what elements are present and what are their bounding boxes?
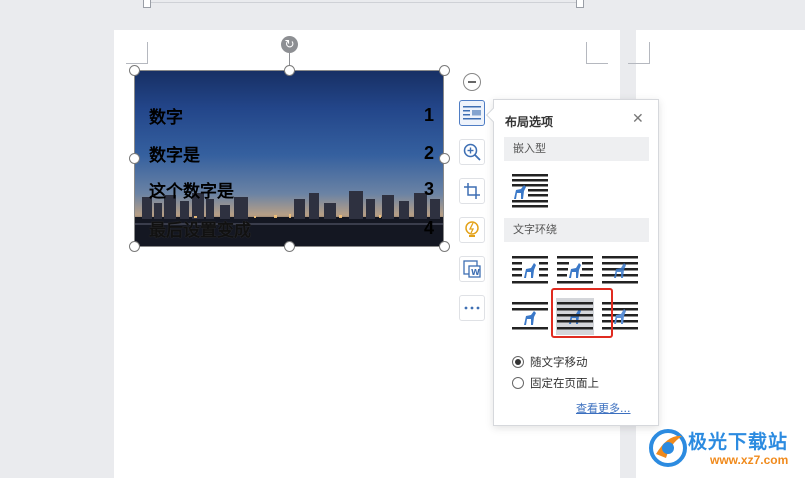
rotate-icon[interactable]: ↻ [281, 36, 298, 53]
resize-handle-right[interactable] [439, 153, 450, 164]
resize-handle-bottom[interactable] [284, 241, 295, 252]
image-row-text: 最后设置变成 [149, 220, 251, 241]
radio-label: 固定在页面上 [530, 376, 599, 390]
next-page[interactable] [628, 30, 805, 478]
layout-options-icon [463, 106, 481, 120]
image-row-text: 这个数字是 [149, 181, 234, 202]
resize-handle-top[interactable] [284, 65, 295, 76]
margin-corner-top-left [126, 42, 148, 64]
resize-handle-top-left[interactable] [129, 65, 140, 76]
zoom-in-icon [463, 143, 481, 161]
wrap-option-in-front[interactable] [601, 298, 639, 335]
image-row-number: 2 [423, 142, 434, 163]
rotate-stem [289, 53, 290, 65]
image-to-text-icon: W [463, 260, 481, 278]
resize-handle-left[interactable] [129, 153, 140, 164]
image-row: 这个数字是 3 [149, 177, 434, 202]
image-row-text: 数字是 [149, 145, 200, 166]
watermark-logo-icon [649, 429, 687, 467]
watermark: 极光下载站 www.xz7.com [648, 424, 805, 476]
image-to-text-button[interactable]: W [459, 256, 485, 282]
smart-bulb-icon [465, 221, 479, 237]
top-bottom-wrap-icon [512, 301, 548, 329]
radio-move-with-text[interactable]: 随文字移动 [512, 354, 588, 370]
smart-tool-button[interactable] [459, 217, 485, 243]
radio-button[interactable] [512, 377, 524, 389]
more-ellipsis-icon [464, 306, 480, 310]
image-row: 数字是 2 [149, 141, 434, 166]
wrap-option-through[interactable] [601, 252, 639, 289]
image-row: 最后设置变成 4 [149, 216, 434, 241]
image-row-text: 数字 [149, 107, 183, 128]
watermark-url: www.xz7.com [710, 453, 789, 467]
ruler-right-marker[interactable] [576, 0, 584, 8]
watermark-title: 极光下载站 [688, 431, 789, 453]
wrap-option-top-bottom[interactable] [511, 298, 549, 335]
through-wrap-icon [602, 255, 638, 283]
layout-options-button[interactable] [459, 100, 485, 126]
wrap-option-behind-text[interactable] [556, 298, 594, 335]
more-options-button[interactable] [459, 295, 485, 321]
margin-corner-top-left [628, 42, 650, 64]
in-front-of-text-icon [602, 301, 638, 329]
tight-wrap-icon [557, 255, 593, 283]
square-wrap-icon [512, 255, 548, 283]
popup-title: 布局选项 [505, 115, 554, 129]
ruler [0, 0, 805, 8]
image-row-number: 1 [423, 104, 434, 125]
collapse-toolbar-icon[interactable] [463, 73, 481, 91]
wrap-option-tight[interactable] [556, 252, 594, 289]
section-header-inline: 嵌入型 [504, 137, 649, 161]
radio-button[interactable] [512, 356, 524, 368]
inline-wrap-icon [512, 173, 548, 207]
section-header-wrap: 文字环绕 [504, 218, 649, 242]
layout-options-popup: 布局选项 ✕ 嵌入型 文字环绕 随文字移动 固定在页面上 查看更多... [485, 99, 659, 426]
margin-corner-top-right [586, 42, 608, 64]
wrap-option-inline[interactable] [511, 172, 549, 209]
crop-button[interactable] [459, 178, 485, 204]
resize-handle-top-right[interactable] [439, 65, 450, 76]
resize-handle-bottom-left[interactable] [129, 241, 140, 252]
image-row: 数字 1 [149, 103, 434, 128]
ruler-indent-marker[interactable] [143, 0, 151, 8]
see-more-link[interactable]: 查看更多... [576, 400, 631, 416]
ruler-line [150, 2, 580, 3]
wrap-option-square[interactable] [511, 252, 549, 289]
radio-label: 随文字移动 [530, 355, 588, 369]
close-icon[interactable]: ✕ [632, 112, 644, 126]
image-row-number: 4 [423, 217, 434, 238]
crop-icon [464, 183, 480, 199]
resize-handle-bottom-right[interactable] [439, 241, 450, 252]
image-row-number: 3 [423, 178, 434, 199]
svg-text:W: W [471, 268, 480, 277]
behind-text-icon [557, 301, 593, 329]
radio-fix-on-page[interactable]: 固定在页面上 [512, 375, 599, 391]
zoom-in-button[interactable] [459, 139, 485, 165]
selected-image[interactable]: 数字 1 数字是 2 这个数字是 3 最后设置变成 4 [134, 70, 444, 247]
